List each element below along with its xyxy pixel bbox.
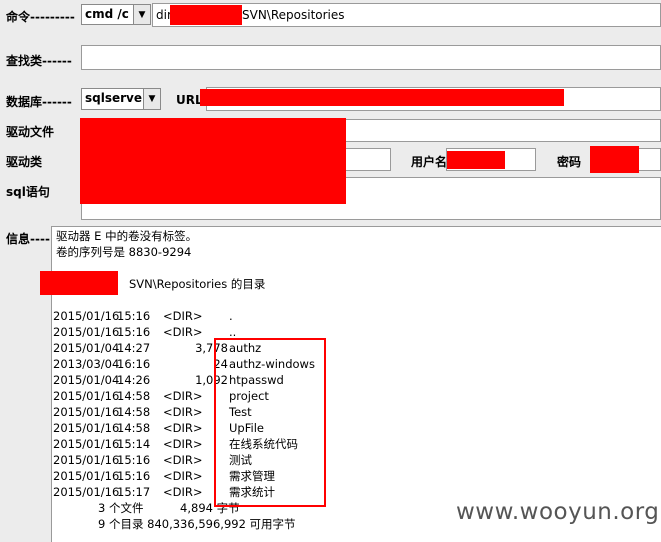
entry-type: <DIR> [163,437,203,451]
entry-date: 2015/01/16 [53,309,120,323]
entry-date: 2015/01/04 [53,373,120,387]
find-class-input[interactable] [81,45,661,70]
chevron-down-icon[interactable]: ▼ [143,89,160,109]
sql-label: sql语句 [6,185,50,199]
entry-type: <DIR> [163,389,203,403]
database-select-value: sqlserver [85,91,148,105]
entry-type: <DIR> [163,421,203,435]
entry-date: 2015/01/16 [53,453,120,467]
redaction-block [80,118,346,204]
entry-time: 15:17 [117,485,151,499]
entry-time: 16:16 [117,357,151,371]
entry-time: 14:58 [117,405,151,419]
info-output[interactable]: 驱动器 E 中的卷没有标签。 卷的序列号是 8830-9294 SVN\Repo… [40,226,661,542]
cmd-input[interactable]: dir SVN\Repositories [152,3,661,27]
entry-type: <DIR> [163,405,203,419]
cmd-input-suffix: SVN\Repositories [242,8,345,22]
entry-time: 15:16 [117,325,151,339]
username-label: 用户名 [411,155,448,169]
entry-time: 15:16 [117,309,151,323]
entry-type: <DIR> [163,469,203,483]
entry-type: <DIR> [163,309,203,323]
find-class-label: 查找类------ [6,54,72,68]
entry-time: 14:58 [117,389,151,403]
watermark: www.wooyun.org [456,499,660,525]
password-label: 密码 [557,155,582,169]
url-label: URL [176,93,203,107]
entry-time: 14:26 [117,373,151,387]
entry-date: 2015/01/04 [53,341,120,355]
entry-date: 2015/01/16 [53,437,120,451]
entry-time: 14:58 [117,421,151,435]
redaction-block [40,271,118,295]
info-line: 驱动器 E 中的卷没有标签。 [56,229,198,243]
entry-time: 15:14 [117,437,151,451]
redaction-block [170,5,242,25]
driver-class-label: 驱动类 [6,155,43,169]
driver-file-label: 驱动文件 [6,125,55,139]
entry-time: 15:16 [117,453,151,467]
info-label: 信息---- [6,232,50,246]
entry-date: 2015/01/16 [53,405,120,419]
entry-time: 15:16 [117,469,151,483]
dir-heading-suffix: SVN\Repositories 的目录 [129,277,266,291]
database-label: 数据库------ [6,95,72,109]
entry-type: <DIR> [163,325,203,339]
entry-date: 2013/03/04 [53,357,120,371]
summary-dirs: 9 个目录 840,336,596,992 可用字节 [98,517,296,531]
entry-date: 2015/01/16 [53,485,120,499]
database-select[interactable]: sqlserver ▼ [81,88,161,110]
entry-date: 2015/01/16 [53,421,120,435]
entry-type: <DIR> [163,453,203,467]
info-line: 卷的序列号是 8830-9294 [56,245,192,259]
entry-type: <DIR> [163,485,203,499]
redaction-block [590,146,639,173]
entry-name: . [229,309,233,323]
entry-date: 2015/01/16 [53,389,120,403]
entry-date: 2015/01/16 [53,469,120,483]
cmd-label: 命令--------- [6,10,75,24]
cmd-select-value: cmd /c [85,7,129,21]
highlight-box [214,338,326,507]
chevron-down-icon[interactable]: ▼ [133,5,150,24]
redaction-block [200,89,564,106]
entry-time: 14:27 [117,341,151,355]
entry-date: 2015/01/16 [53,325,120,339]
cmd-select[interactable]: cmd /c ▼ [81,4,151,25]
redaction-block [447,151,505,169]
